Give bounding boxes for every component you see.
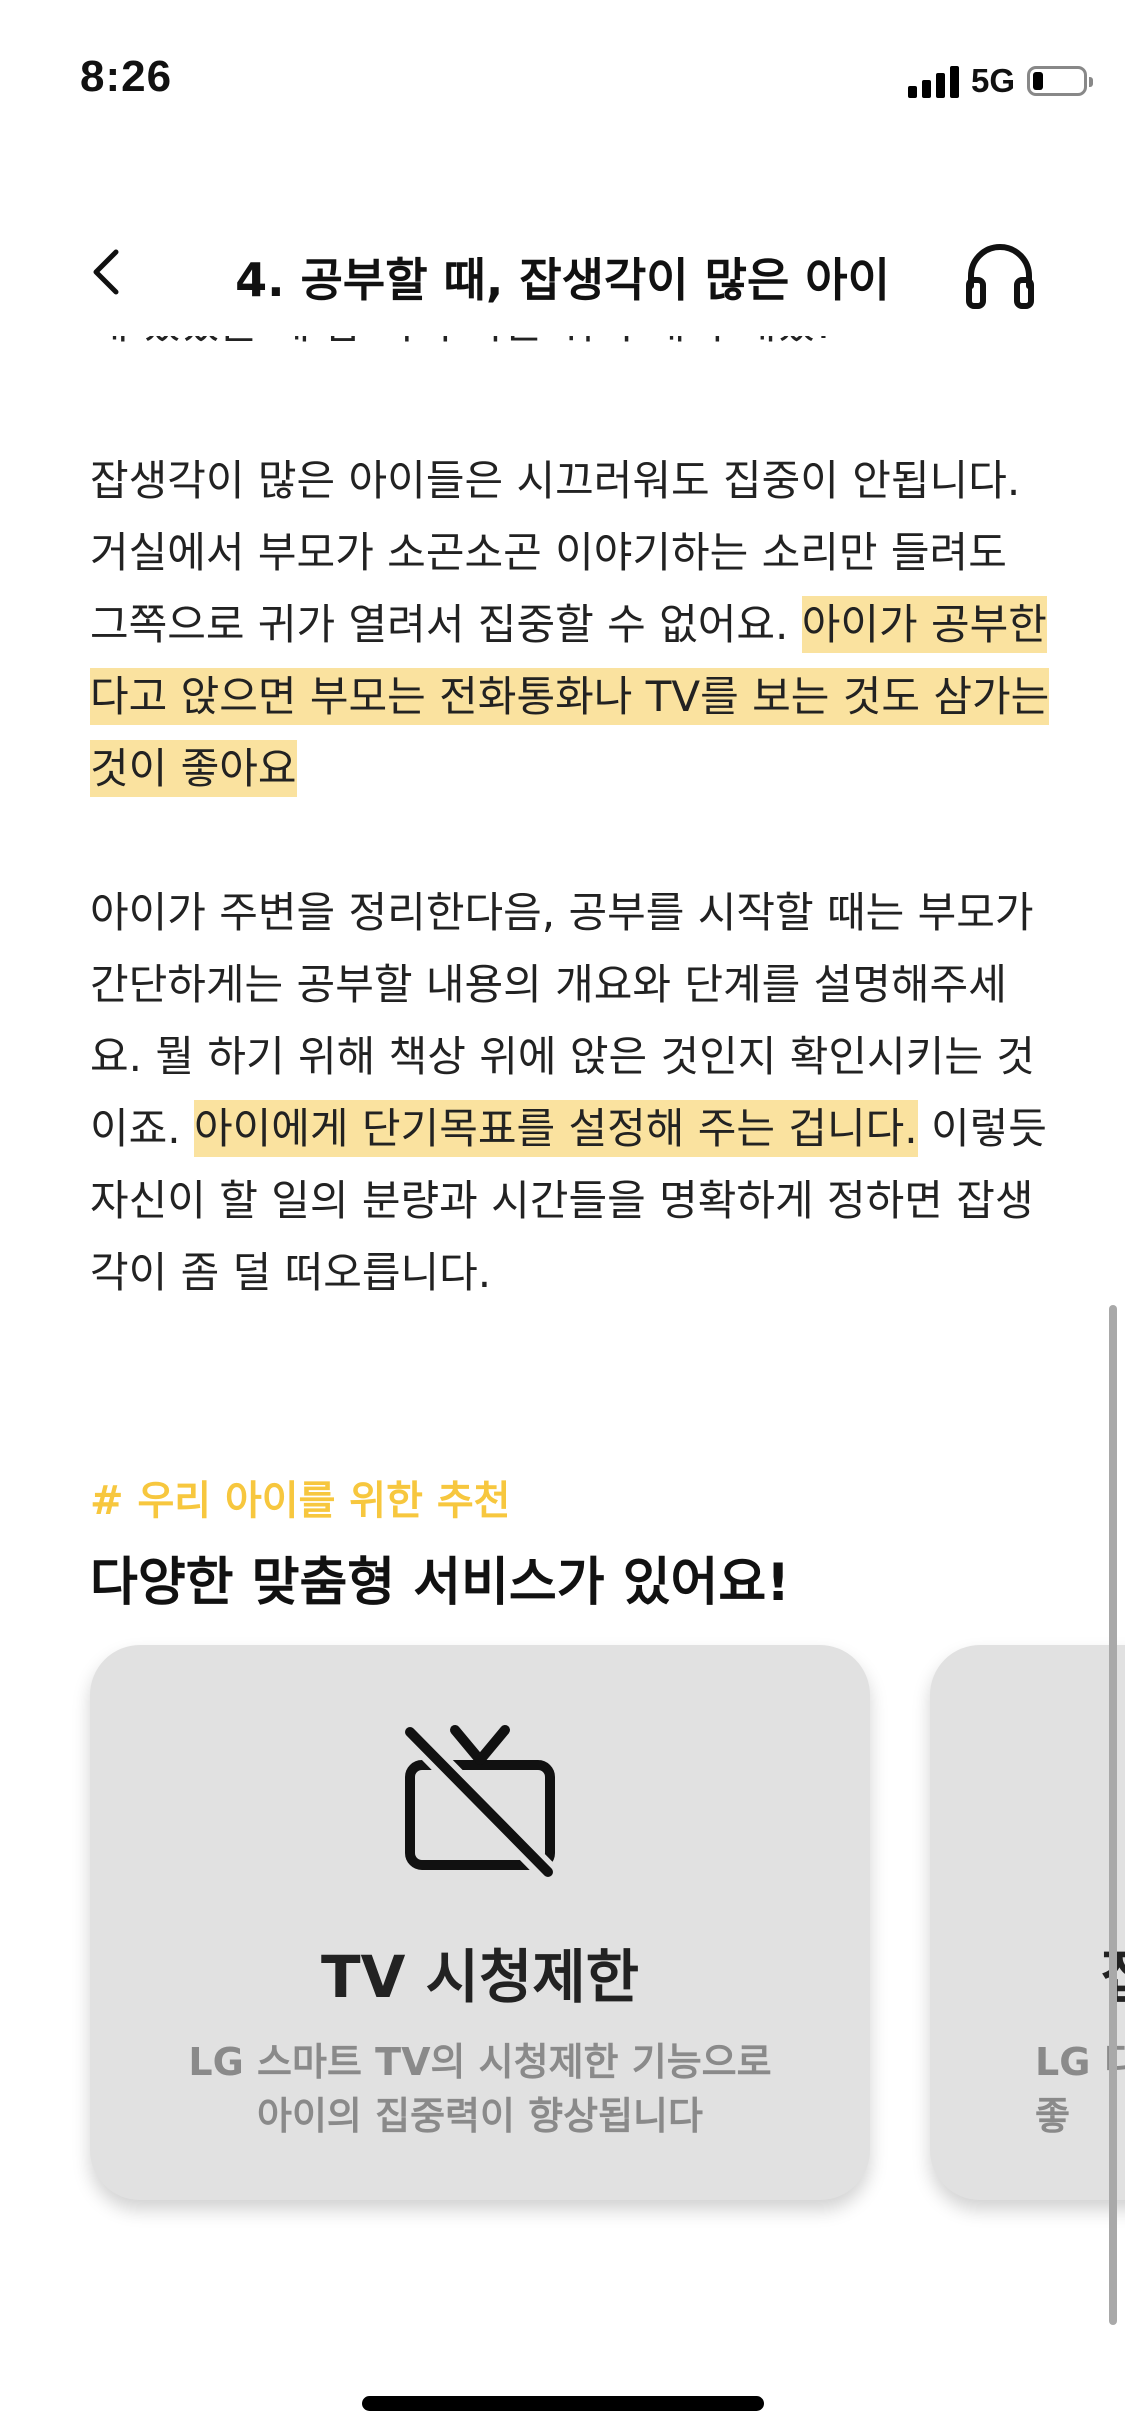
header: 4. 공부할 때, 잡생각이 많은 아이 (0, 220, 1125, 330)
article-paragraph-1: 잡생각이 많은 아이들은 시끄러워도 집중이 안됩니다. 거실에서 부모가 소곤… (90, 445, 1050, 805)
status-time: 8:26 (80, 52, 173, 101)
headphones-icon (966, 244, 1034, 309)
service-card-tv-limit[interactable]: TV 시청제한 LG 스마트 TV의 시청제한 기능으로 아이의 집중력이 향상… (90, 1645, 870, 2200)
scrollbar[interactable] (1109, 1305, 1117, 2325)
recommend-tag: # 우리 아이를 위한 추천 (90, 1478, 511, 1524)
status-bar: 8:26 5G (0, 0, 1125, 140)
recommend-title: 다양한 맞춤형 서비스가 있어요! (90, 1553, 790, 1613)
network-label: 5G (970, 62, 1015, 99)
article-cut-line: 재 있었을 때 참 역시 하는 쉬지 해서 재밌! (90, 336, 850, 360)
battery-level (1033, 72, 1043, 90)
card-title: TV 시청제한 (320, 1943, 640, 2011)
status-indicators: 5G (907, 62, 1093, 100)
cut-line-text: 재 있었을 때 참 역시 하는 쉬지 해서 재밌! (90, 336, 832, 348)
signal-bars-icon (907, 64, 959, 98)
paragraph-2-highlight: 아이에게 단기목표를 설정해 주는 겁니다. (194, 1100, 918, 1157)
back-button[interactable] (78, 242, 138, 302)
article-body: 잡생각이 많은 아이들은 시끄러워도 집중이 안됩니다. 거실에서 부모가 소곤… (90, 445, 1050, 1381)
battery-icon (1027, 66, 1093, 96)
home-indicator[interactable] (362, 2396, 764, 2411)
page-title: 4. 공부할 때, 잡생각이 많은 아이 (235, 253, 890, 307)
article-paragraph-2: 아이가 주변을 정리한다음, 공부를 시작할 때는 부모가 간단하게는 공부할 … (90, 877, 1050, 1309)
tv-off-icon (400, 1720, 560, 1880)
card-description: LG 스마트 TV의 시청제한 기능으로 아이의 집중력이 향상됩니다 (130, 2035, 830, 2143)
card-desc-line-2: 아이의 집중력이 향상됩니다 (257, 2094, 703, 2138)
chevron-left-icon (93, 249, 119, 295)
screen: 8:26 5G 4. 공부할 때, 잡생각이 많은 아이 잡생각이 많은 아이들… (0, 0, 1125, 2436)
service-card-next[interactable]: 집 LG 디 좋 (930, 1645, 1125, 2200)
audio-button[interactable] (963, 238, 1037, 312)
card-desc-line-1: LG 스마트 TV의 시청제한 기능으로 (188, 2040, 772, 2084)
